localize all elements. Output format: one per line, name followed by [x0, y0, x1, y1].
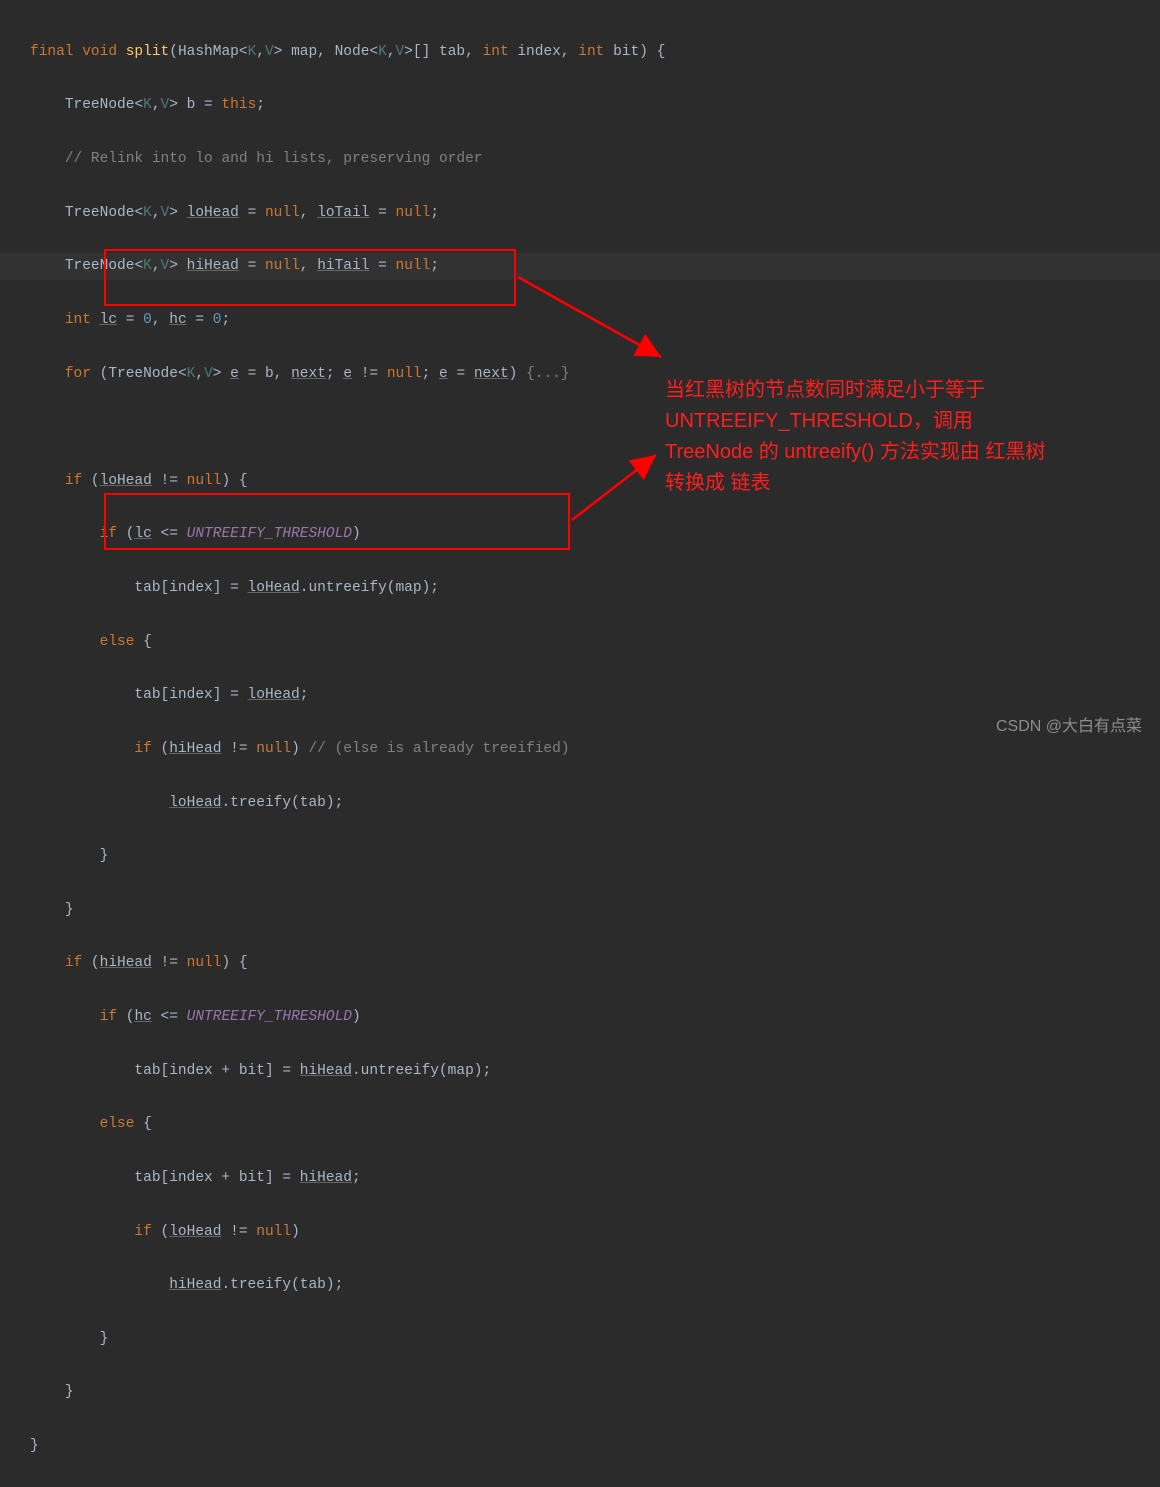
code-line: tab[index] = loHead.untreeify(map); — [30, 575, 1160, 602]
watermark: CSDN @大白有点菜 — [996, 712, 1142, 736]
code-line: tab[index] = loHead; — [30, 682, 1160, 709]
code-line: tab[index + bit] = hiHead.untreeify(map)… — [30, 1058, 1160, 1085]
code-line: if (lc <= UNTREEIFY_THRESHOLD) — [30, 521, 1160, 548]
code-line-highlight: TreeNode<K,V> hiHead = null, hiTail = nu… — [0, 253, 1160, 280]
code-line: hiHead.treeify(tab); — [30, 1272, 1160, 1299]
code-line: if (loHead != null) — [30, 1219, 1160, 1246]
code-line: // Relink into lo and hi lists, preservi… — [30, 146, 1160, 173]
code-line: tab[index + bit] = hiHead; — [30, 1165, 1160, 1192]
code-line: } — [30, 897, 1160, 924]
code-line: int lc = 0, hc = 0; — [30, 307, 1160, 334]
annotation-text: 当红黑树的节点数同时满足小于等于 UNTREEIFY_THRESHOLD，调用 … — [665, 375, 1155, 499]
code-line: TreeNode<K,V> loHead = null, loTail = nu… — [30, 200, 1160, 227]
code-line: else { — [30, 629, 1160, 656]
code-line: } — [30, 1379, 1160, 1406]
annotation-line: 转换成 链表 — [665, 472, 771, 494]
code-editor: final void split(HashMap<K,V> map, Node<… — [0, 0, 1160, 1487]
code-line: } — [30, 1326, 1160, 1353]
code-line: TreeNode<K,V> b = this; — [30, 92, 1160, 119]
code-line: else { — [30, 1111, 1160, 1138]
code-line: } — [30, 843, 1160, 870]
code-line: } — [30, 1433, 1160, 1460]
code-line: loHead.treeify(tab); — [30, 790, 1160, 817]
code-line: if (hc <= UNTREEIFY_THRESHOLD) — [30, 1004, 1160, 1031]
annotation-line: 当红黑树的节点数同时满足小于等于 — [665, 379, 985, 401]
annotation-line: UNTREEIFY_THRESHOLD，调用 — [665, 410, 973, 432]
code-line: if (hiHead != null) // (else is already … — [30, 736, 1160, 763]
annotation-line: TreeNode 的 untreeify() 方法实现由 红黑树 — [665, 441, 1045, 463]
code-line: final void split(HashMap<K,V> map, Node<… — [30, 39, 1160, 66]
code-line: if (hiHead != null) { — [30, 950, 1160, 977]
